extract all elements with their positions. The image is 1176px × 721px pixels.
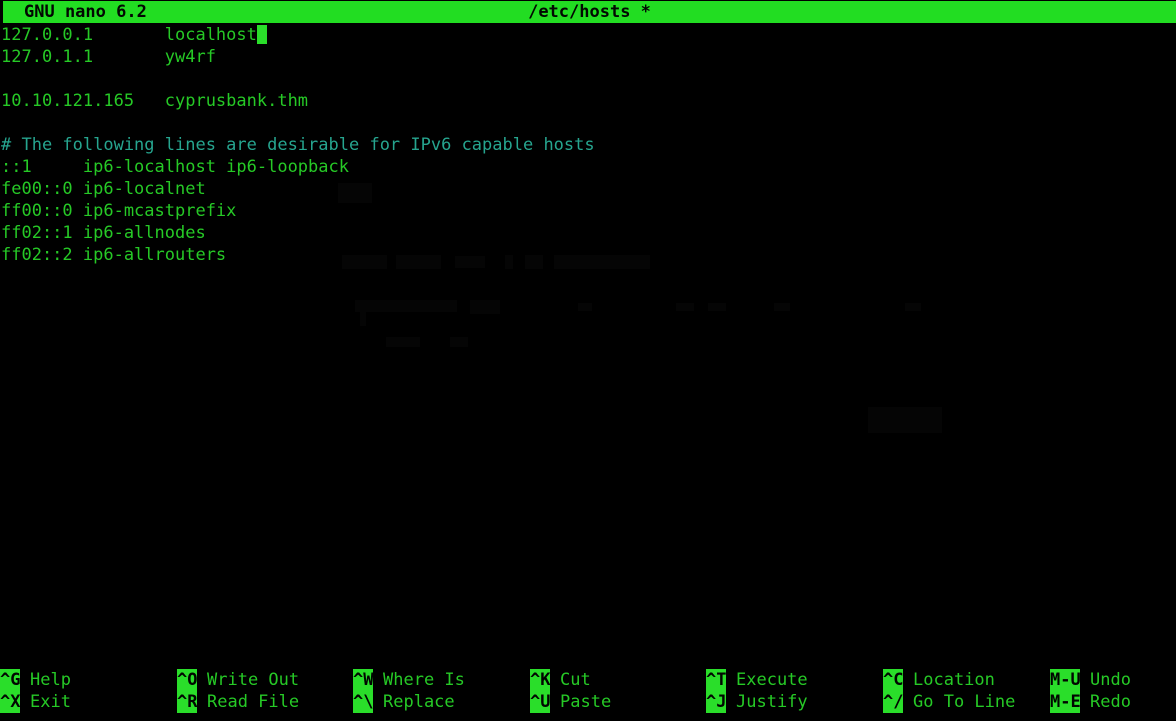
shortcut-row[interactable]: M-UUndo xyxy=(1050,669,1131,691)
titlebar: GNU nano 6.2 /etc/hosts * xyxy=(0,0,1176,24)
shortcut-label: Undo xyxy=(1080,669,1131,691)
shortcut-key: ^W xyxy=(353,669,373,691)
ghost-artifact xyxy=(360,312,366,326)
shortcut-location[interactable]: ^CLocation^/Go To Line xyxy=(883,669,1015,713)
ghost-artifact xyxy=(708,303,726,311)
shortcut-key: ^G xyxy=(0,669,20,691)
shortcut-label: Where Is xyxy=(373,669,465,691)
shortcut-key: ^X xyxy=(0,691,20,713)
file-title: /etc/hosts * xyxy=(3,1,1176,23)
shortcut-row[interactable]: ^XExit xyxy=(0,691,71,713)
titlebar-bar: GNU nano 6.2 /etc/hosts * xyxy=(3,1,1176,23)
shortcut-label: Read File xyxy=(197,691,299,713)
ghost-artifact xyxy=(905,303,921,311)
shortcut-label: Redo xyxy=(1080,691,1131,713)
shortcut-key: ^J xyxy=(706,691,726,713)
shortcut-row[interactable]: ^\Replace xyxy=(353,691,465,713)
shortcut-row[interactable]: ^JJustify xyxy=(706,691,808,713)
shortcut-undo[interactable]: M-UUndoM-ERedo xyxy=(1050,669,1131,713)
shortcut-key: ^\ xyxy=(353,691,373,713)
shortcut-write-out[interactable]: ^OWrite Out^RRead File xyxy=(177,669,299,713)
ghost-artifact xyxy=(386,337,420,347)
shortcut-row[interactable]: M-ERedo xyxy=(1050,691,1131,713)
shortcut-key: ^C xyxy=(883,669,903,691)
shortcut-row[interactable]: ^TExecute xyxy=(706,669,808,691)
editor-line-text: ff02::2 ip6-allrouters xyxy=(1,245,226,265)
editor-line[interactable] xyxy=(0,68,1176,90)
shortcut-key: ^T xyxy=(706,669,726,691)
shortcut-label: Cut xyxy=(550,669,591,691)
editor-line[interactable]: ::1 ip6-localhost ip6-loopback xyxy=(0,156,1176,178)
shortcut-execute[interactable]: ^TExecute^JJustify xyxy=(706,669,808,713)
ghost-artifact xyxy=(355,300,457,312)
editor-line-text: 10.10.121.165 cyprusbank.thm xyxy=(1,91,308,111)
shortcut-cut[interactable]: ^KCut^UPaste xyxy=(530,669,611,713)
shortcut-row[interactable]: ^RRead File xyxy=(177,691,299,713)
shortcut-row[interactable]: ^UPaste xyxy=(530,691,611,713)
shortcut-row[interactable]: ^CLocation xyxy=(883,669,1015,691)
shortcut-label: Paste xyxy=(550,691,611,713)
ghost-artifact xyxy=(450,337,468,347)
shortcut-label: Execute xyxy=(726,669,808,691)
editor-line[interactable]: # The following lines are desirable for … xyxy=(0,134,1176,156)
shortcut-help[interactable]: ^GHelp^XExit xyxy=(0,669,71,713)
editor-text-area[interactable]: 127.0.0.1 localhost127.0.1.1 yw4rf 10.10.… xyxy=(0,24,1176,652)
shortcut-key: ^U xyxy=(530,691,550,713)
shortcut-key: ^R xyxy=(177,691,197,713)
shortcut-label: Help xyxy=(20,669,71,691)
editor-lines: 127.0.0.1 localhost127.0.1.1 yw4rf 10.10.… xyxy=(0,24,1176,266)
editor-line-text: # The following lines are desirable for … xyxy=(1,135,595,155)
editor-line[interactable]: 127.0.0.1 localhost xyxy=(0,24,1176,46)
shortcut-row[interactable]: ^GHelp xyxy=(0,669,71,691)
shortcut-label: Write Out xyxy=(197,669,299,691)
ghost-artifact xyxy=(868,407,942,433)
editor-line[interactable]: 10.10.121.165 cyprusbank.thm xyxy=(0,90,1176,112)
shortcut-key: ^K xyxy=(530,669,550,691)
ghost-artifact xyxy=(774,303,790,311)
shortcut-label: Replace xyxy=(373,691,455,713)
shortcut-bar: ^GHelp^XExit ^OWrite Out^RRead File ^WWher… xyxy=(0,661,1176,721)
editor-line[interactable]: fe00::0 ip6-localnet xyxy=(0,178,1176,200)
shortcut-row[interactable]: ^KCut xyxy=(530,669,611,691)
text-cursor xyxy=(257,25,267,44)
shortcut-row[interactable]: ^OWrite Out xyxy=(177,669,299,691)
editor-line-text: fe00::0 ip6-localnet xyxy=(1,179,206,199)
editor-line[interactable]: 127.0.1.1 yw4rf xyxy=(0,46,1176,68)
ghost-artifact xyxy=(676,303,694,311)
editor-line[interactable]: ff00::0 ip6-mcastprefix xyxy=(0,200,1176,222)
shortcut-row[interactable]: ^WWhere Is xyxy=(353,669,465,691)
shortcut-key: M-U xyxy=(1050,669,1080,691)
editor-line-text: ff00::0 ip6-mcastprefix xyxy=(1,201,236,221)
editor-line[interactable]: ff02::2 ip6-allrouters xyxy=(0,244,1176,266)
shortcut-key: ^/ xyxy=(883,691,903,713)
editor-line-text: ff02::1 ip6-allnodes xyxy=(1,223,206,243)
shortcut-label: Justify xyxy=(726,691,808,713)
shortcut-row[interactable]: ^/Go To Line xyxy=(883,691,1015,713)
shortcut-key: ^O xyxy=(177,669,197,691)
editor-line[interactable]: ff02::1 ip6-allnodes xyxy=(0,222,1176,244)
shortcut-label: Go To Line xyxy=(903,691,1015,713)
editor-line[interactable] xyxy=(0,112,1176,134)
shortcut-key: M-E xyxy=(1050,691,1080,713)
ghost-artifact xyxy=(578,303,592,311)
ghost-artifact xyxy=(470,300,500,314)
shortcut-where-is[interactable]: ^WWhere Is^\Replace xyxy=(353,669,465,713)
editor-line-text: ::1 ip6-localhost ip6-loopback xyxy=(1,157,349,177)
shortcut-label: Location xyxy=(903,669,995,691)
shortcut-label: Exit xyxy=(20,691,71,713)
editor-line-text: 127.0.1.1 yw4rf xyxy=(1,47,216,67)
editor-line-text: 127.0.0.1 localhost xyxy=(1,25,257,45)
